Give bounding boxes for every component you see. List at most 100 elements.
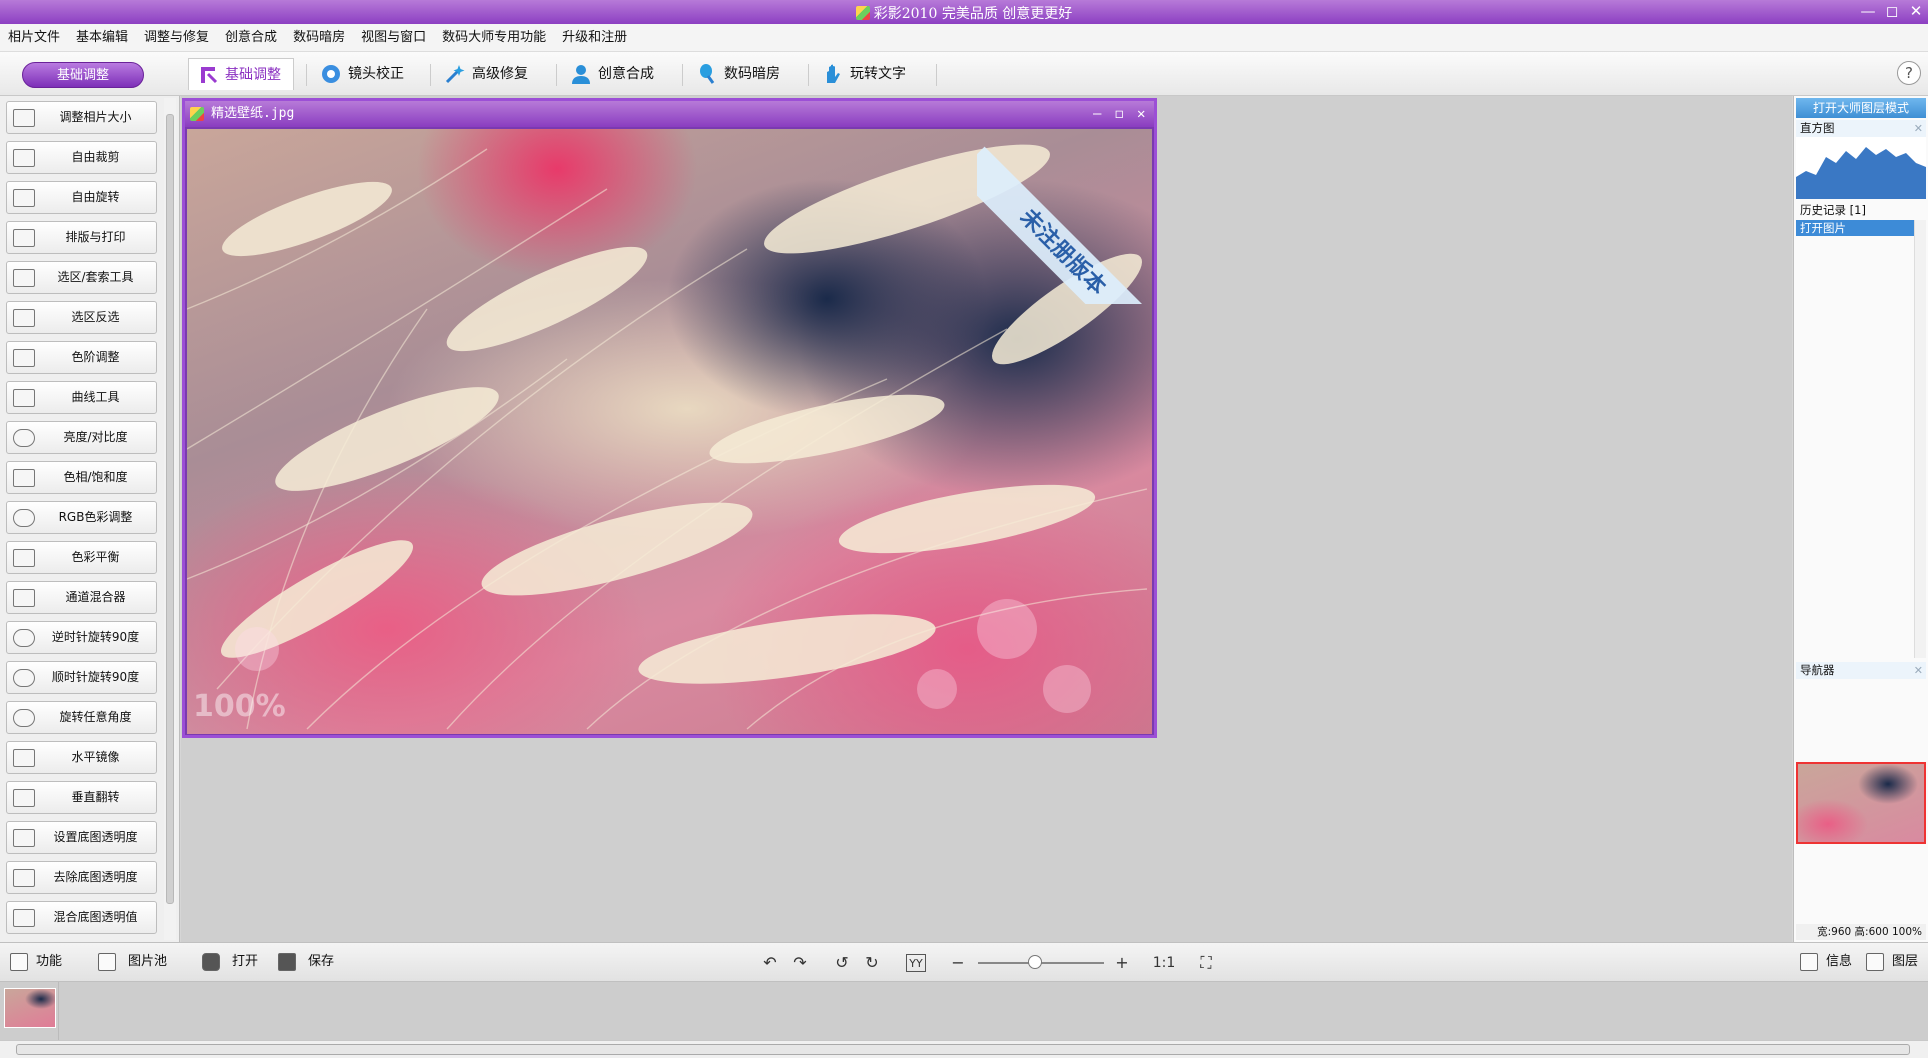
save-icon (278, 953, 296, 971)
tool-channel-mixer[interactable]: 通道混合器 (6, 581, 157, 614)
tool-label: 排版与打印 (65, 230, 126, 244)
unregistered-ribbon-text: 未注册版本 (977, 146, 1152, 304)
menu-item[interactable]: 升级和注册 (554, 24, 635, 52)
flip-horizontal-icon (13, 749, 35, 767)
undo-icon[interactable]: ↶ (760, 954, 780, 972)
rotate-right-icon[interactable]: ↻ (862, 954, 882, 972)
history-item[interactable]: 打开图片 (1796, 220, 1916, 236)
tool-label: 选区反选 (71, 310, 120, 324)
close-icon[interactable]: ✕ (1914, 662, 1923, 679)
doc-minimize-icon[interactable]: — (1093, 101, 1101, 127)
menu-item[interactable]: 数码暗房 (285, 24, 353, 52)
contrast-icon (13, 429, 35, 447)
navigator-label: 导航器 (1800, 663, 1835, 677)
tab-creative-compose[interactable]: 创意合成 (562, 58, 666, 90)
menu-item[interactable]: 相片文件 (0, 24, 68, 52)
tool-invert-selection[interactable]: 选区反选 (6, 301, 157, 334)
image-strip-thumbnail[interactable] (4, 988, 56, 1028)
menu-item[interactable]: 调整与修复 (136, 24, 217, 52)
minimize-icon[interactable]: — (1858, 2, 1878, 20)
tool-label: 水平镜像 (71, 750, 120, 764)
tool-rotate-any[interactable]: 旋转任意角度 (6, 701, 157, 734)
lens-icon (322, 65, 340, 83)
layers-icon (1866, 953, 1884, 971)
blend-icon (13, 909, 35, 927)
tool-hue-saturation[interactable]: 色相/饱和度 (6, 461, 157, 494)
doc-maximize-icon[interactable]: ◻ (1115, 101, 1123, 127)
tool-free-rotate[interactable]: 自由旋转 (6, 181, 157, 214)
photo-canvas[interactable]: 100% 未注册版本 (187, 129, 1152, 734)
tab-info[interactable]: 信息 (1800, 943, 1852, 981)
checker-icon (13, 829, 35, 847)
main-toolbar: 基础调整 基础调整 镜头校正 高级修复 创意合成 数码暗房 玩转文字 ? (0, 52, 1928, 96)
tool-label: RGB色彩调整 (58, 510, 133, 524)
tool-set-opacity[interactable]: 设置底图透明度 (6, 821, 157, 854)
menu-item[interactable]: 数码大师专用功能 (434, 24, 554, 52)
tool-color-balance[interactable]: 色彩平衡 (6, 541, 157, 574)
adjust-icon (201, 67, 218, 84)
tool-remove-opacity[interactable]: 去除底图透明度 (6, 861, 157, 894)
tool-panel-scrollbar[interactable] (164, 98, 176, 940)
tool-label: 色彩平衡 (71, 550, 120, 564)
tab-layers[interactable]: 图层 (1866, 943, 1918, 981)
tab-label: 图层 (1892, 954, 1919, 969)
divider (58, 982, 59, 1040)
tool-free-crop[interactable]: 自由裁剪 (6, 141, 157, 174)
tool-curves[interactable]: 曲线工具 (6, 381, 157, 414)
scrollbar-thumb[interactable] (166, 114, 174, 904)
help-button[interactable]: ? (1897, 61, 1921, 85)
maximize-icon[interactable]: ◻ (1882, 2, 1902, 20)
document-titlebar[interactable]: 精选壁纸.jpg — ◻ ✕ (185, 101, 1154, 127)
actual-size-button[interactable]: 1:1 (1152, 954, 1176, 972)
open-button[interactable]: 打开 (202, 943, 258, 981)
tool-rotate-ccw-90[interactable]: 逆时针旋转90度 (6, 621, 157, 654)
histogram-header: 直方图 ✕ (1796, 120, 1926, 137)
tool-brightness-contrast[interactable]: 亮度/对比度 (6, 421, 157, 454)
tool-flip-vertical[interactable]: 垂直翻转 (6, 781, 157, 814)
zoom-out-icon[interactable]: − (948, 954, 968, 972)
fit-screen-icon[interactable]: ⛶ (1196, 954, 1216, 972)
tool-rgb-adjust[interactable]: RGB色彩调整 (6, 501, 157, 534)
tool-blend-opacity[interactable]: 混合底图透明值 (6, 901, 157, 934)
tab-image-pool[interactable]: 图片池 (98, 943, 167, 981)
tool-selection-lasso[interactable]: 选区/套索工具 (6, 261, 157, 294)
histogram (1796, 137, 1926, 199)
close-icon[interactable]: ✕ (1914, 120, 1923, 137)
divider (682, 64, 683, 86)
tool-label: 混合底图透明值 (53, 910, 138, 924)
image-strip-scrollbar[interactable] (0, 1040, 1928, 1058)
compare-icon[interactable]: YY (906, 954, 926, 972)
zoom-in-icon[interactable]: + (1112, 954, 1132, 972)
tool-resize-photo[interactable]: 调整相片大小 (6, 101, 157, 134)
menu-item[interactable]: 基本编辑 (68, 24, 136, 52)
tab-digital-darkroom[interactable]: 数码暗房 (688, 58, 792, 90)
tool-levels[interactable]: 色阶调整 (6, 341, 157, 374)
hue-icon (13, 469, 35, 487)
tool-label: 亮度/对比度 (63, 430, 128, 444)
tab-text-fun[interactable]: 玩转文字 (814, 58, 918, 90)
tool-label: 逆时针旋转90度 (51, 630, 140, 644)
master-layer-mode-button[interactable]: 打开大师图层模式 (1796, 98, 1926, 118)
navigator-thumbnail[interactable] (1796, 762, 1926, 844)
image-info: 宽:960 高:600 100% (1796, 924, 1926, 940)
tab-lens-correction[interactable]: 镜头校正 (312, 58, 416, 90)
tool-flip-horizontal[interactable]: 水平镜像 (6, 741, 157, 774)
scrollbar-thumb[interactable] (16, 1044, 1910, 1055)
menu-item[interactable]: 创意合成 (217, 24, 285, 52)
tool-rotate-cw-90[interactable]: 顺时针旋转90度 (6, 661, 157, 694)
mode-button[interactable]: 基础调整 (22, 62, 144, 88)
doc-close-icon[interactable]: ✕ (1137, 101, 1145, 127)
tab-functions[interactable]: 功能 (10, 943, 62, 981)
zoom-slider-handle[interactable] (1027, 955, 1042, 969)
curves-icon (13, 389, 35, 407)
menu-item[interactable]: 视图与窗口 (353, 24, 434, 52)
tool-layout-print[interactable]: 排版与打印 (6, 221, 157, 254)
close-icon[interactable]: ✕ (1906, 2, 1926, 20)
tab-basic-adjust[interactable]: 基础调整 (188, 58, 294, 90)
save-button[interactable]: 保存 (278, 943, 334, 981)
redo-icon[interactable]: ↷ (790, 954, 810, 972)
history-scrollbar[interactable] (1914, 220, 1926, 658)
rotate-left-icon[interactable]: ↺ (832, 954, 852, 972)
tab-advanced-repair[interactable]: 高级修复 (436, 58, 540, 90)
divider (430, 64, 431, 86)
